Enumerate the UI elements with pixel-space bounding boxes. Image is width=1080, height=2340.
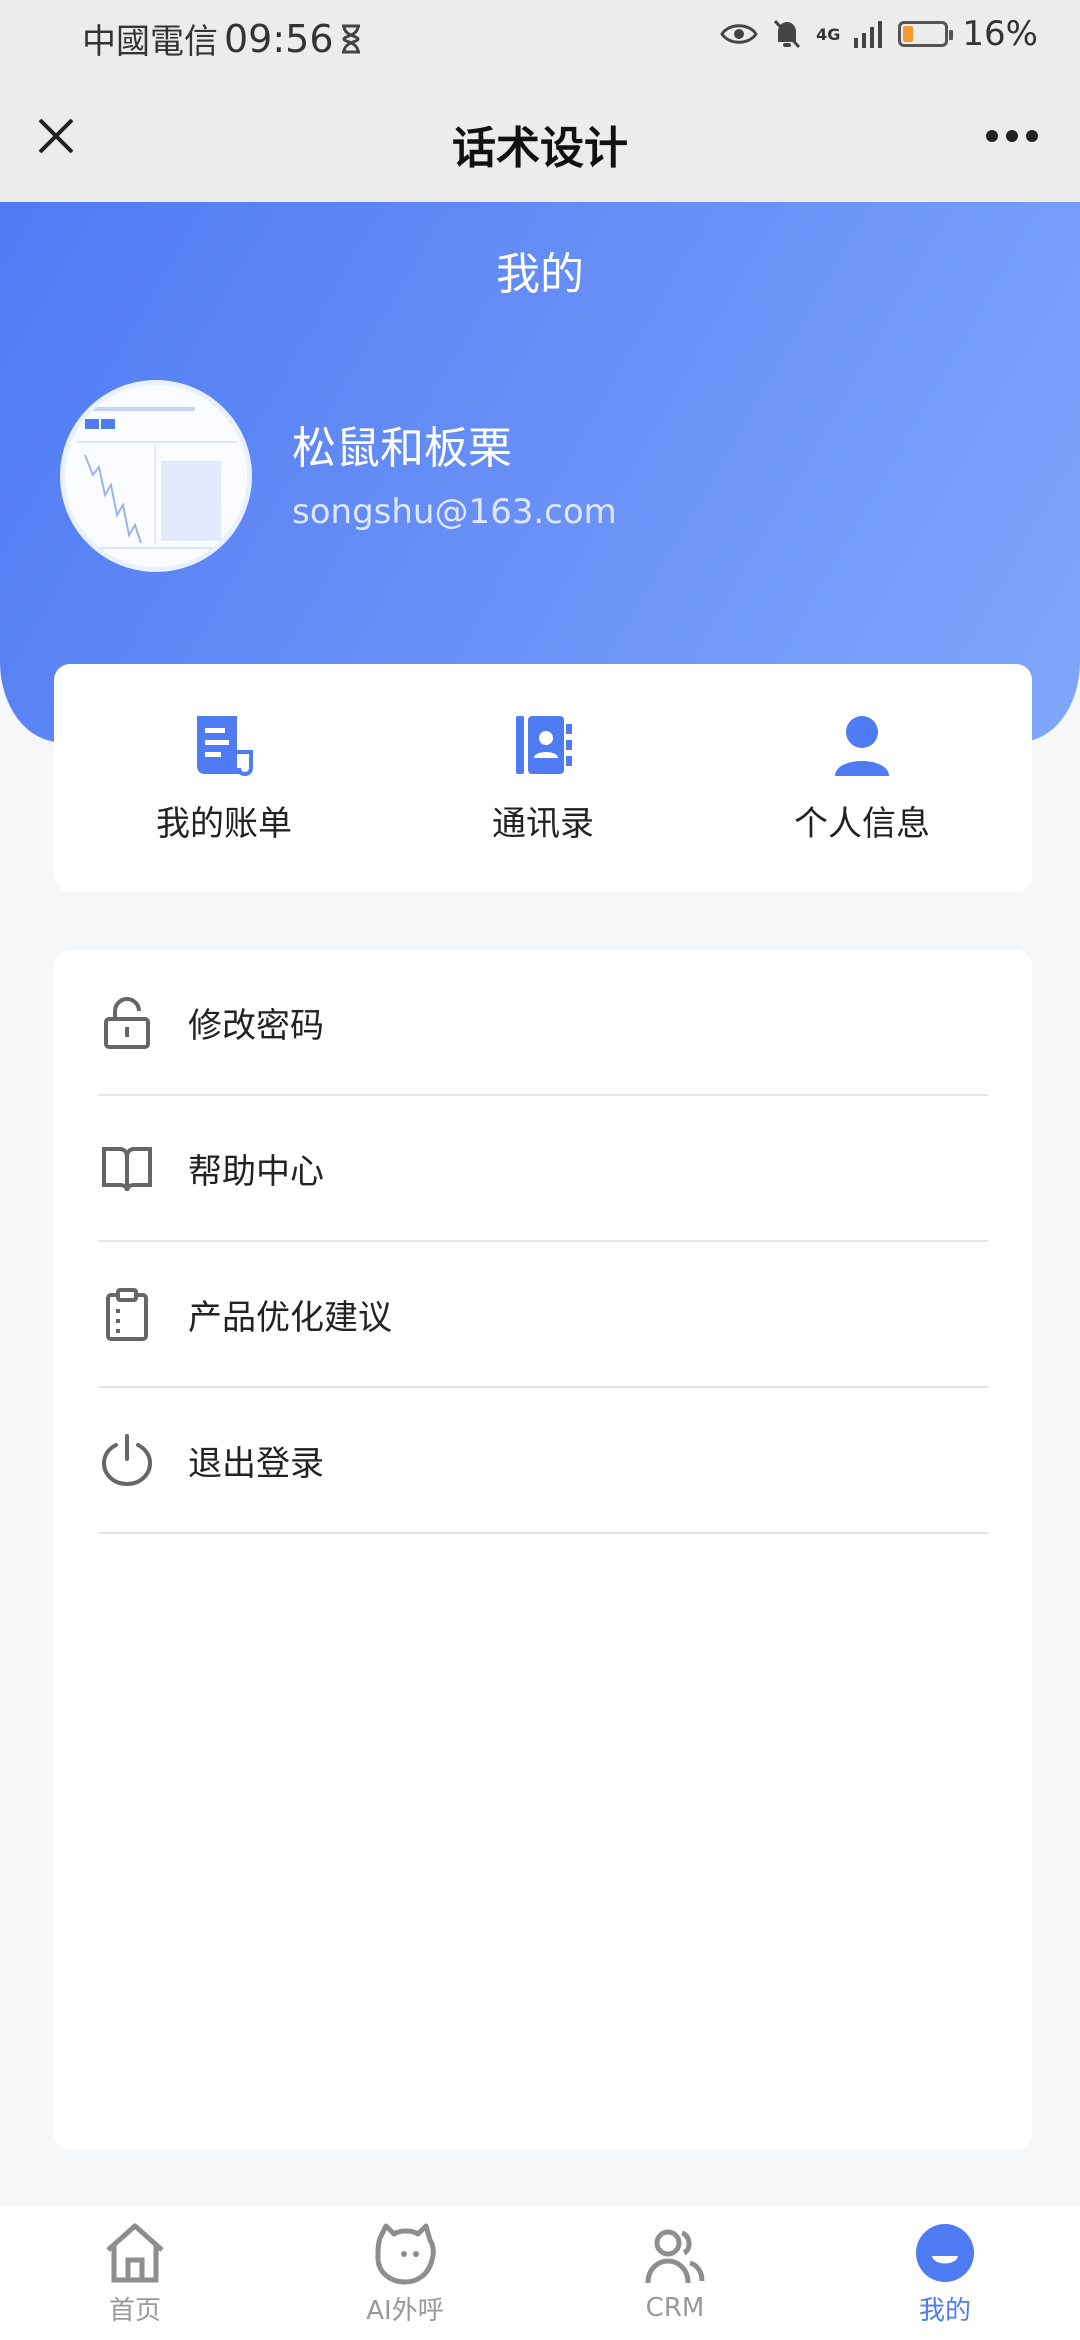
users-icon: [645, 2229, 705, 2284]
page-title: 话术设计: [452, 123, 628, 174]
signal-icon: [854, 21, 883, 48]
clipboard-icon: [106, 1288, 148, 1341]
quick-action-contacts[interactable]: 通讯录: [393, 664, 693, 892]
nav-item-crm[interactable]: CRM: [575, 2223, 775, 2323]
menu-item-change-password[interactable]: 修改密码: [98, 950, 988, 1096]
status-bar: 中國電信 09:56 4G 16%: [0, 0, 1080, 72]
mute-bell-icon: [774, 19, 801, 49]
eye-icon: [720, 24, 758, 44]
nav-item-ai-call[interactable]: AI外呼: [305, 2220, 505, 2327]
quick-action-label: 我的账单: [156, 803, 292, 844]
title-bar: 话术设计: [0, 72, 1080, 202]
quick-action-label: 个人信息: [794, 803, 930, 844]
nav-label: 我的: [918, 2295, 971, 2326]
menu-item-label: 修改密码: [188, 1005, 324, 1046]
quick-actions-card: 我的账单 通讯录 个人信息: [54, 664, 1032, 892]
battery-label: 16%: [962, 14, 1038, 54]
bottom-nav: 首页 AI外呼 CRM 我的: [0, 2206, 1080, 2340]
status-time: 09:56: [224, 16, 334, 61]
menu-item-label: 产品优化建议: [188, 1297, 392, 1338]
hourglass-icon: [341, 24, 360, 53]
menu-item-logout[interactable]: 退出登录: [98, 1388, 988, 1534]
battery-icon: [898, 21, 954, 47]
avatar[interactable]: [60, 380, 252, 572]
quick-action-label: 通讯录: [492, 803, 594, 844]
carrier-label: 中國電信: [82, 22, 218, 62]
battery-level: [903, 26, 914, 42]
status-right: 4G 16%: [720, 14, 1038, 54]
menu-item-product-suggestions[interactable]: 产品优化建议: [98, 1242, 988, 1388]
status-left: 中國電信 09:56: [82, 14, 362, 63]
profile-icon: [916, 2223, 974, 2282]
nav-label: CRM: [645, 2293, 705, 2323]
quick-action-personal-info[interactable]: 个人信息: [712, 664, 1012, 892]
contacts-book-icon: [516, 715, 572, 774]
home-icon: [106, 2223, 164, 2282]
menu-item-label: 帮助中心: [188, 1151, 324, 1192]
menu-item-label: 退出登录: [188, 1443, 324, 1484]
nav-label: AI外呼: [366, 2295, 444, 2326]
profile-header: 我的 松鼠和板栗 songshu@163.com: [0, 202, 1080, 742]
menu-item-help-center[interactable]: 帮助中心: [98, 1096, 988, 1242]
nav-item-mine[interactable]: 我的: [845, 2220, 1045, 2327]
person-icon: [835, 715, 889, 776]
user-email: songshu@163.com: [292, 492, 617, 532]
nav-item-home[interactable]: 首页: [35, 2220, 235, 2327]
book-icon: [102, 1147, 152, 1192]
menu-card: 修改密码 帮助中心 产品优化建议 退出登录: [54, 950, 1032, 2150]
network-label: 4G: [816, 24, 841, 44]
bill-icon: [197, 715, 253, 776]
header-title: 我的: [496, 249, 584, 300]
power-icon: [101, 1434, 153, 1487]
user-name: 松鼠和板栗: [292, 423, 512, 474]
unlock-icon: [104, 996, 150, 1049]
more-icon[interactable]: [984, 128, 1040, 144]
avatar-screenshot-thumbnail: [65, 385, 247, 567]
nav-label: 首页: [108, 2295, 161, 2326]
quick-action-bill[interactable]: 我的账单: [74, 664, 374, 892]
robot-icon: [375, 2223, 436, 2284]
